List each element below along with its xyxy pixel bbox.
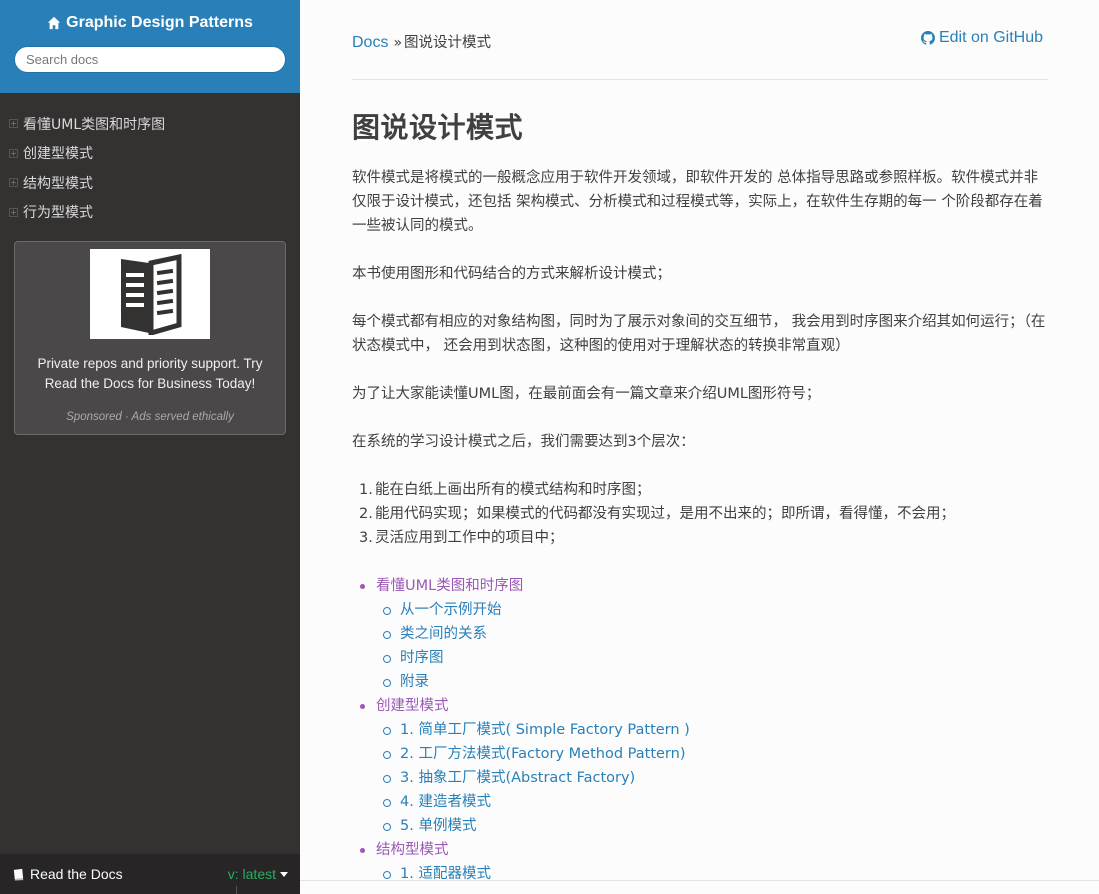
toc-link[interactable]: 3. 抽象工厂模式(Abstract Factory) (400, 770, 635, 786)
breadcrumb-current: 图说设计模式 (404, 35, 492, 51)
sidebar-item-label: 行为型模式 (23, 205, 93, 222)
toc-link[interactable]: 2. 工厂方法模式(Factory Method Pattern) (400, 746, 686, 762)
search-input[interactable] (14, 46, 286, 73)
bottom-divider (300, 880, 1099, 881)
sponsored-ad[interactable]: Private repos and priority support. Try … (14, 241, 286, 435)
paragraph: 软件模式是将模式的一般概念应用于软件开发领域，即软件开发的 总体指导思路或参照样… (352, 170, 1043, 234)
expand-icon[interactable] (9, 207, 18, 217)
project-title: Graphic Design Patterns (66, 14, 253, 31)
expand-icon[interactable] (9, 119, 18, 129)
expand-icon[interactable] (9, 178, 18, 188)
toc-item-creational: 创建型模式 1. 简单工厂模式( Simple Factory Pattern … (352, 694, 1048, 838)
rtd-versions-bar[interactable]: Read the Docs v: latest (0, 854, 300, 894)
breadcrumb: Docs » 图说设计模式 Edit on GitHub (352, 29, 1048, 51)
toc-link[interactable]: 看懂UML类图和时序图 (376, 578, 523, 594)
rtd-label[interactable]: Read the Docs (12, 866, 123, 882)
project-home-link[interactable]: Graphic Design Patterns (47, 14, 253, 32)
toc-subitem: 1. 适配器模式 (376, 862, 1048, 886)
toc-link[interactable]: 类之间的关系 (400, 626, 487, 642)
toc-link[interactable]: 时序图 (400, 650, 444, 666)
paragraph: 本书使用图形和代码结合的方式来解析设计模式； (352, 266, 671, 282)
toc-tree: 看懂UML类图和时序图 从一个示例开始 类之间的关系 时序图 附录 创建型模式 … (352, 574, 1048, 886)
page-title: 图说设计模式 (352, 111, 524, 144)
toc-sublist: 从一个示例开始 类之间的关系 时序图 附录 (376, 598, 1048, 694)
toc-subitem: 附录 (376, 670, 1048, 694)
home-icon (48, 16, 61, 30)
book-icon (121, 253, 182, 335)
version-selector[interactable]: v: latest (228, 866, 288, 882)
toc-link[interactable]: 4. 建造者模式 (400, 794, 491, 810)
toc-sublist: 1. 适配器模式 (376, 862, 1048, 886)
sidebar-nav: 看懂UML类图和时序图 创建型模式 结构型模式 行为型模式 (0, 109, 300, 227)
toc-subitem: 时序图 (376, 646, 1048, 670)
toc-link[interactable]: 创建型模式 (376, 698, 449, 714)
list-item: 2. 能用代码实现；如果模式的代码都没有实现过，是用不出来的；即所谓，看得懂，不会… (359, 506, 955, 522)
scroll-marker (236, 886, 237, 894)
book-icon (13, 868, 24, 881)
sidebar-item-creational[interactable]: 创建型模式 (0, 139, 300, 169)
sidebar-item-label: 结构型模式 (23, 175, 93, 192)
breadcrumb-docs-link[interactable]: Docs (352, 34, 388, 51)
ad-sponsor-note[interactable]: Sponsored · Ads served ethically (15, 411, 285, 423)
toc-link[interactable]: 附录 (400, 674, 429, 690)
caret-down-icon (280, 871, 288, 877)
list-item: 3. 灵活应用到工作中的项目中； (359, 530, 564, 546)
toc-sublist: 1. 简单工厂模式( Simple Factory Pattern ) 2. 工… (376, 718, 1048, 838)
paragraph: 在系统的学习设计模式之后，我们需要达到3个层次： (352, 434, 695, 450)
header-divider (352, 79, 1048, 80)
toc-link[interactable]: 从一个示例开始 (400, 602, 502, 618)
breadcrumb-separator: » (393, 35, 403, 51)
toc-item-uml: 看懂UML类图和时序图 从一个示例开始 类之间的关系 时序图 附录 (352, 574, 1048, 694)
list-item: 1. 能在白纸上画出所有的模式结构和时序图； (359, 482, 651, 498)
sidebar-header: Graphic Design Patterns (0, 0, 300, 93)
sidebar-item-label: 看懂UML类图和时序图 (23, 116, 166, 133)
paragraph: 为了让大家能读懂UML图，在最前面会有一篇文章来介绍UML图形符号； (352, 386, 821, 402)
edit-on-github-link[interactable]: Edit on GitHub (920, 29, 1043, 47)
github-icon (920, 31, 935, 45)
expand-icon[interactable] (9, 148, 18, 158)
toc-link[interactable]: 5. 单例模式 (400, 818, 476, 834)
toc-subitem: 4. 建造者模式 (376, 790, 1048, 814)
toc-subitem: 类之间的关系 (376, 622, 1048, 646)
toc-subitem: 2. 工厂方法模式(Factory Method Pattern) (376, 742, 1048, 766)
toc-item-structural: 结构型模式 1. 适配器模式 (352, 838, 1048, 886)
toc-link[interactable]: 结构型模式 (376, 842, 449, 858)
toc-subitem: 5. 单例模式 (376, 814, 1048, 838)
sidebar-item-uml[interactable]: 看懂UML类图和时序图 (0, 109, 300, 139)
ad-text[interactable]: Private repos and priority support. Try … (15, 354, 285, 394)
sidebar-item-behavioral[interactable]: 行为型模式 (0, 198, 300, 228)
ad-image[interactable] (90, 249, 210, 339)
levels-list: 1. 能在白纸上画出所有的模式结构和时序图； 2. 能用代码实现；如果模式的代码都没… (359, 478, 1048, 550)
toc-link[interactable]: 1. 简单工厂模式( Simple Factory Pattern ) (400, 722, 690, 738)
sidebar-item-structural[interactable]: 结构型模式 (0, 168, 300, 198)
toc-subitem: 1. 简单工厂模式( Simple Factory Pattern ) (376, 718, 1048, 742)
article-body: 软件模式是将模式的一般概念应用于软件开发领域，即软件开发的 总体指导思路或参照样… (352, 166, 1048, 886)
toc-subitem: 从一个示例开始 (376, 598, 1048, 622)
toc-subitem: 3. 抽象工厂模式(Abstract Factory) (376, 766, 1048, 790)
sidebar: Graphic Design Patterns 看懂UML类图和时序图 创建型模… (0, 0, 300, 894)
paragraph: 每个模式都有相应的对象结构图，同时为了展示对象间的交互细节， 我会用到时序图来介… (352, 314, 1046, 354)
sidebar-item-label: 创建型模式 (23, 146, 93, 163)
